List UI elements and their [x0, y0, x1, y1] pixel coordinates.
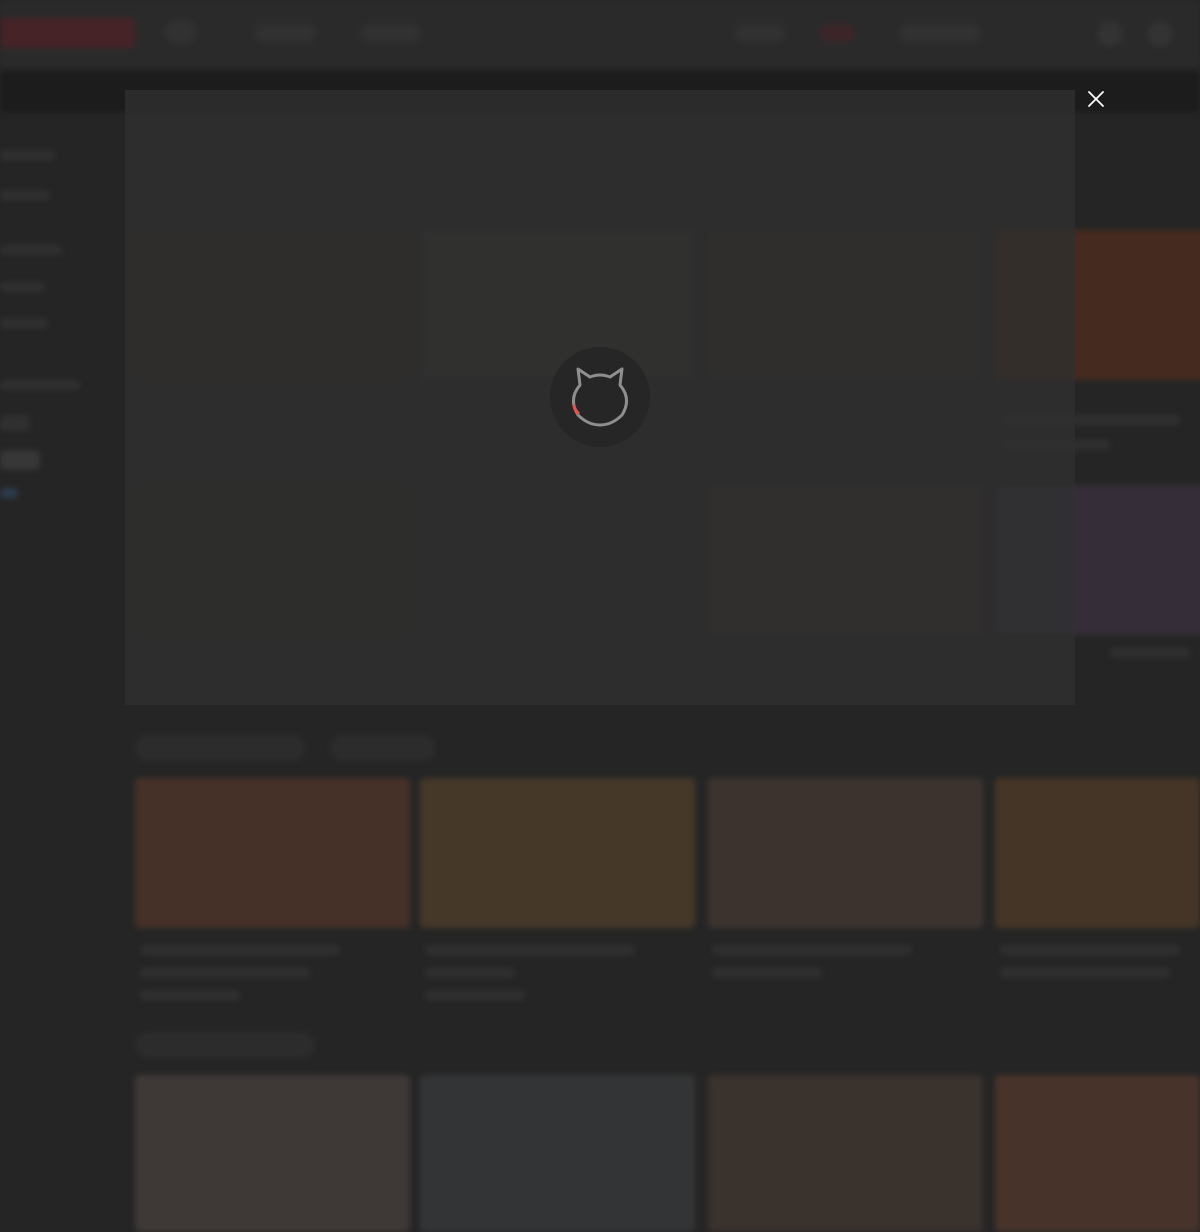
- cat-face-spinner-icon: [572, 367, 628, 427]
- loading-spinner: [550, 347, 650, 447]
- close-icon: [1088, 91, 1104, 107]
- page: [0, 0, 1200, 1232]
- close-button[interactable]: [1084, 87, 1108, 111]
